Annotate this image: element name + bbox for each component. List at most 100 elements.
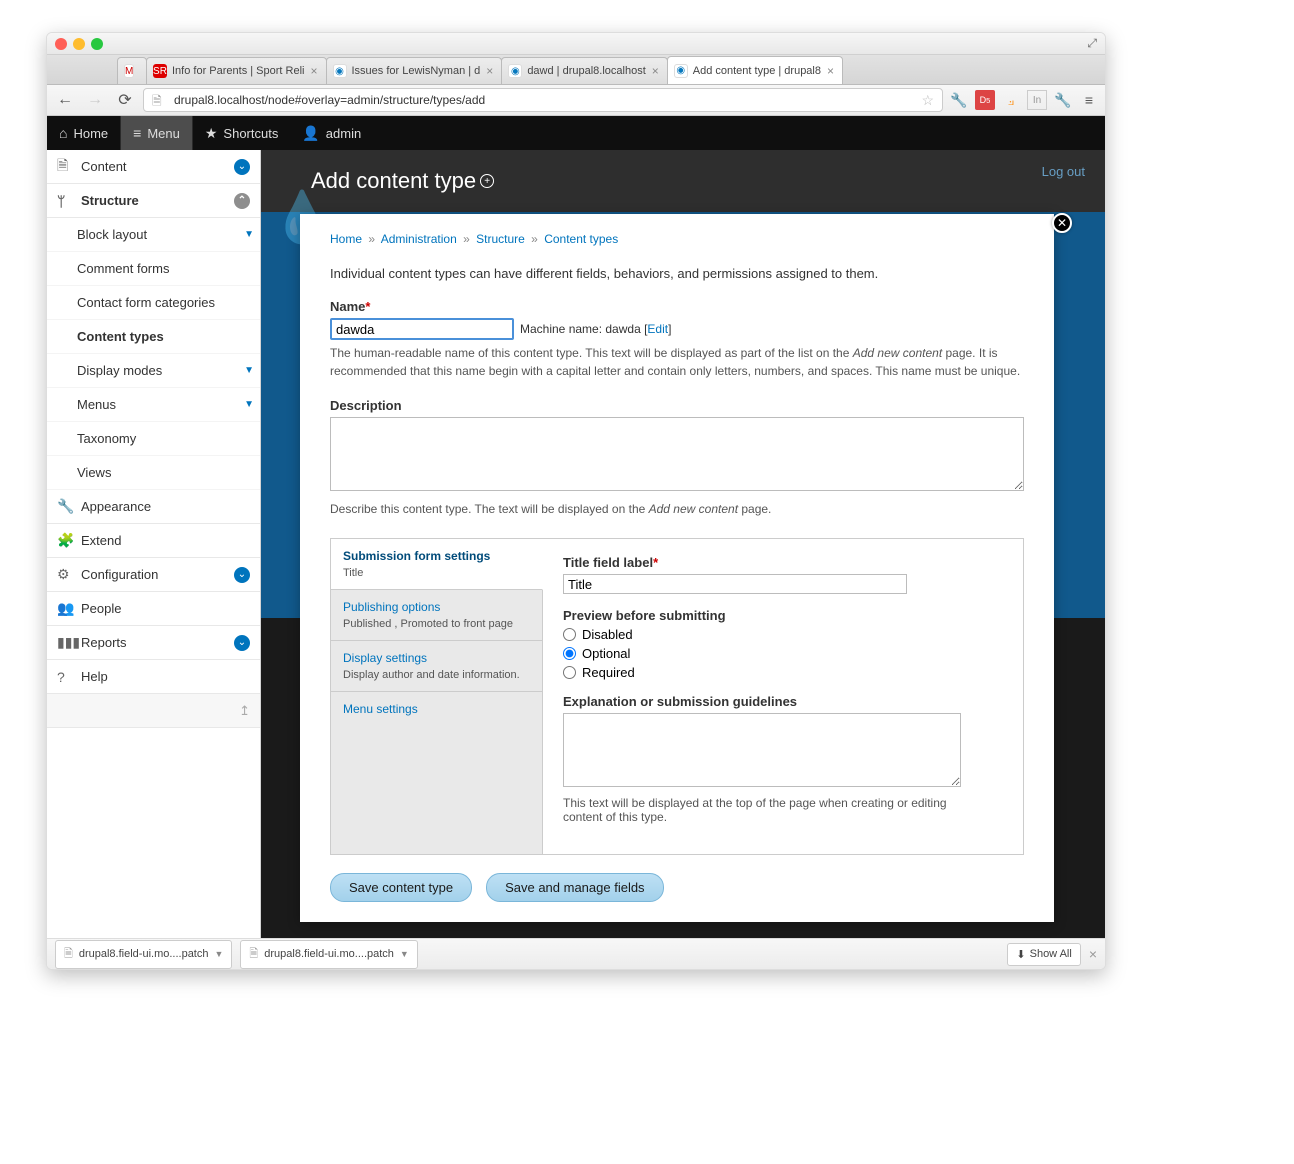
close-tab-icon[interactable]: × <box>652 64 659 78</box>
sidebar-collapse[interactable]: ↥ <box>47 694 260 728</box>
breadcrumb-structure[interactable]: Structure <box>476 232 525 246</box>
browser-toolbar: ← → ⟳ 🗎 drupal8.localhost/node#overlay=a… <box>47 85 1105 116</box>
sidebar-item-appearance[interactable]: 🔧Appearance <box>47 490 260 524</box>
vtab-display[interactable]: Display settings Display author and date… <box>331 641 542 692</box>
extension-icon[interactable]: D5 <box>975 90 995 110</box>
chevron-down-icon[interactable]: ▼ <box>400 949 409 959</box>
sport-relief-icon: SR <box>153 64 167 78</box>
chevron-down-icon: ⌄ <box>234 567 250 583</box>
overlay-modal: ✕ Home » Administration » Structure » Co… <box>300 214 1054 922</box>
downloads-bar: 🗎 drupal8.field-ui.mo....patch ▼ 🗎 drupa… <box>47 938 1105 969</box>
shortcuts-link[interactable]: ★ Shortcuts <box>193 116 290 150</box>
admin-toolbar: ⌂ Home ≡ Menu ★ Shortcuts 👤 admin <box>47 116 1105 150</box>
breadcrumb-content-types[interactable]: Content types <box>544 232 618 246</box>
sidebar-subitem-taxonomy[interactable]: Taxonomy <box>47 422 260 456</box>
title-field-input[interactable] <box>563 574 907 594</box>
page-icon: 🗎 <box>152 92 168 108</box>
title-field-label: Title field label* <box>563 555 1003 570</box>
menu-toggle[interactable]: ≡ Menu <box>120 116 193 150</box>
close-overlay-button[interactable]: ✕ <box>1052 213 1072 233</box>
explanation-textarea[interactable] <box>563 713 961 787</box>
sidebar-item-configuration[interactable]: ⚙Configuration⌄ <box>47 558 260 592</box>
close-tab-icon[interactable]: × <box>827 64 834 78</box>
vtab-menu[interactable]: Menu settings <box>331 692 542 728</box>
sidebar-item-structure[interactable]: ᛘ Structure ⌃ <box>47 184 260 218</box>
chevron-up-icon: ⌃ <box>234 193 250 209</box>
breadcrumb-administration[interactable]: Administration <box>381 232 457 246</box>
vtab-publishing[interactable]: Publishing options Published , Promoted … <box>331 590 542 641</box>
puzzle-icon: 🧩 <box>57 532 77 549</box>
user-link[interactable]: 👤 admin <box>290 116 373 150</box>
fullscreen-icon[interactable]: ⤢ <box>1087 36 1097 51</box>
radio-optional[interactable]: Optional <box>563 646 1003 661</box>
minimize-window-button[interactable] <box>73 38 85 50</box>
logout-link[interactable]: Log out <box>1042 164 1085 179</box>
sidebar-subitem-views[interactable]: Views <box>47 456 260 490</box>
sidebar-subitem-block-layout[interactable]: Block layout▼ <box>47 218 260 252</box>
tab-title: Info for Parents | Sport Reli <box>172 65 304 77</box>
show-all-downloads-button[interactable]: ⬇ Show All <box>1007 943 1080 966</box>
sidebar-subitem-menus[interactable]: Menus▼ <box>47 388 260 422</box>
intro-text: Individual content types can have differ… <box>330 266 1024 281</box>
reload-button[interactable]: ⟳ <box>113 88 137 112</box>
download-chip[interactable]: 🗎 drupal8.field-ui.mo....patch ▼ <box>55 940 232 969</box>
breadcrumb: Home » Administration » Structure » Cont… <box>330 232 1024 246</box>
download-chip[interactable]: 🗎 drupal8.field-ui.mo....patch ▼ <box>240 940 417 969</box>
sidebar-item-extend[interactable]: 🧩Extend <box>47 524 260 558</box>
name-input[interactable] <box>330 318 514 340</box>
sidebar-subitem-display-modes[interactable]: Display modes▼ <box>47 354 260 388</box>
extension-icon[interactable]: ⟓ <box>1001 90 1021 110</box>
home-link[interactable]: ⌂ Home <box>47 116 120 150</box>
browser-tab[interactable]: ◉ dawd | drupal8.localhost × <box>501 57 667 84</box>
browser-tab[interactable]: M <box>117 57 147 84</box>
explanation-help: This text will be displayed at the top o… <box>563 796 963 824</box>
page-header: 💧 Add content type + Log out <box>261 150 1105 212</box>
close-tab-icon[interactable]: × <box>486 64 493 78</box>
breadcrumb-home[interactable]: Home <box>330 232 362 246</box>
maximize-window-button[interactable] <box>91 38 103 50</box>
browser-tab-active[interactable]: ◉ Add content type | drupal8 × <box>667 56 843 84</box>
sidebar-item-people[interactable]: 👥People <box>47 592 260 626</box>
sidebar-item-content[interactable]: 🗎 Content ⌄ <box>47 150 260 184</box>
url-field[interactable]: 🗎 drupal8.localhost/node#overlay=admin/s… <box>143 88 943 112</box>
back-button[interactable]: ← <box>53 88 77 112</box>
close-tab-icon[interactable]: × <box>310 64 317 78</box>
forward-button[interactable]: → <box>83 88 107 112</box>
tab-title: dawd | drupal8.localhost <box>527 65 645 77</box>
extension-icon[interactable]: 🔧 <box>1053 90 1073 110</box>
chevron-down-icon: ⌄ <box>234 159 250 175</box>
sidebar-subitem-contact-form-categories[interactable]: Contact form categories <box>47 286 260 320</box>
description-label: Description <box>330 398 1024 413</box>
sidebar-subitem-content-types[interactable]: Content types <box>47 320 260 354</box>
radio-required[interactable]: Required <box>563 665 1003 680</box>
sidebar-item-reports[interactable]: ▮▮▮Reports⌄ <box>47 626 260 660</box>
extension-icon[interactable]: In <box>1027 90 1047 110</box>
vtab-submission[interactable]: Submission form settings Title <box>331 539 543 590</box>
name-label: Name* <box>330 299 1024 314</box>
extension-icon[interactable]: 🔧 <box>949 90 969 110</box>
menu-icon[interactable]: ≡ <box>1079 90 1099 110</box>
bookmark-star-icon[interactable]: ☆ <box>921 92 934 109</box>
explanation-label: Explanation or submission guidelines <box>563 694 1003 709</box>
sidebar-subitem-comment-forms[interactable]: Comment forms <box>47 252 260 286</box>
browser-tab[interactable]: ◉ Issues for LewisNyman | d × <box>326 57 503 84</box>
machine-name-text: Machine name: dawda [Edit] <box>520 322 671 336</box>
help-icon: ? <box>57 669 77 685</box>
description-textarea[interactable] <box>330 417 1024 491</box>
close-window-button[interactable] <box>55 38 67 50</box>
sidebar-item-help[interactable]: ?Help <box>47 660 260 694</box>
save-manage-fields-button[interactable]: Save and manage fields <box>486 873 663 902</box>
close-downloads-bar[interactable]: × <box>1089 946 1097 962</box>
radio-disabled[interactable]: Disabled <box>563 627 1003 642</box>
arrow-up-icon: ↥ <box>239 703 250 719</box>
browser-tab-bar: M SR Info for Parents | Sport Reli × ◉ I… <box>47 55 1105 85</box>
add-shortcut-icon[interactable]: + <box>480 174 494 188</box>
triangle-down-icon: ▼ <box>244 229 254 240</box>
drupal-icon: ◉ <box>674 64 688 78</box>
save-content-type-button[interactable]: Save content type <box>330 873 472 902</box>
chevron-down-icon[interactable]: ▼ <box>215 949 224 959</box>
name-help-text: The human-readable name of this content … <box>330 344 1024 380</box>
triangle-down-icon: ▼ <box>244 399 254 410</box>
machine-name-edit-link[interactable]: Edit <box>647 322 668 336</box>
browser-tab[interactable]: SR Info for Parents | Sport Reli × <box>146 57 327 84</box>
